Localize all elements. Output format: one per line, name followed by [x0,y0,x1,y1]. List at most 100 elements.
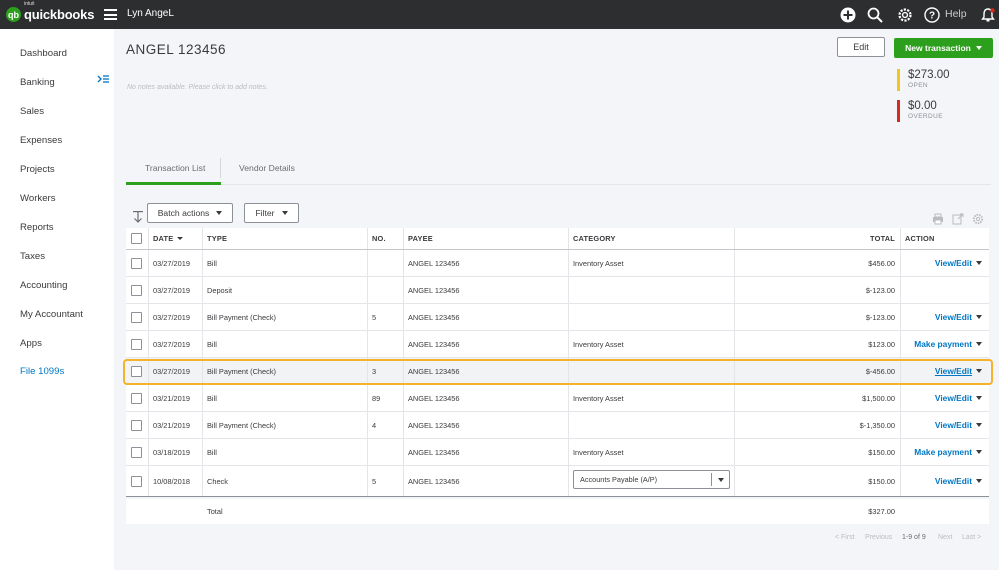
sidebar-item-taxes[interactable]: Taxes [20,251,45,262]
sidebar-item-projects[interactable]: Projects [20,164,55,175]
row-total: $123.00 [868,339,895,349]
row-checkbox[interactable] [131,311,142,323]
select-all-checkbox[interactable] [131,233,142,244]
row-action-dropdown-icon[interactable] [976,261,982,265]
sidebar-item-sales[interactable]: Sales [20,106,44,117]
row-payee: ANGEL 123456 [408,285,460,295]
row-type: Bill Payment (Check) [207,312,276,322]
make-payment-link[interactable]: Make payment [914,447,972,457]
sidebar-item-expenses[interactable]: Expenses [20,135,62,146]
view-edit-link[interactable]: View/Edit [935,312,972,322]
header-date[interactable]: DATE [153,228,184,249]
new-transaction-button[interactable]: New transaction [894,38,993,58]
collapse-sidebar-icon[interactable] [97,71,109,83]
batch-actions-button[interactable]: Batch actions [147,203,233,223]
help-icon[interactable]: ? [923,6,940,23]
row-checkbox[interactable] [131,284,142,296]
plus-circle-icon[interactable] [839,6,856,23]
help-label[interactable]: Help [945,8,967,20]
row-checkbox[interactable] [131,338,142,350]
row-checkbox[interactable] [131,392,142,404]
sidebar-item-dashboard[interactable]: Dashboard [20,48,67,59]
row-total: $-1,350.00 [859,420,895,430]
qb-logo-icon: qb [6,7,21,22]
pager-next[interactable]: Next [938,534,952,541]
sort-desc-icon [177,237,184,240]
header-payee[interactable]: PAYEE [408,228,433,249]
header-total[interactable]: TOTAL [734,228,895,249]
tab-vendor-details[interactable]: Vendor Details [239,163,295,173]
tab-transaction-list[interactable]: Transaction List [145,163,205,173]
row-type: Bill Payment (Check) [207,366,276,376]
notes-placeholder[interactable]: No notes available. Please click to add … [127,84,268,91]
row-action-dropdown-icon[interactable] [976,423,982,427]
view-edit-link[interactable]: View/Edit [935,366,972,376]
table-row[interactable]: 03/27/2019 Bill ANGEL 123456 Inventory A… [126,250,989,277]
make-payment-link[interactable]: Make payment [914,339,972,349]
row-date: 03/27/2019 [153,258,190,268]
view-edit-link[interactable]: View/Edit [935,420,972,430]
header-category[interactable]: CATEGORY [573,228,616,249]
row-action-dropdown-icon[interactable] [976,315,982,319]
header-no[interactable]: NO. [372,228,386,249]
row-action-dropdown-icon[interactable] [976,342,982,346]
table-row[interactable]: 10/08/2018 Check 5 ANGEL 123456 Accounts… [126,466,989,497]
batch-actions-label: Batch actions [157,208,210,218]
table-row[interactable]: 03/27/2019 Bill Payment (Check) 5 ANGEL … [126,304,989,331]
table-row[interactable]: 03/27/2019 Deposit ANGEL 123456 $-123.00 [126,277,989,304]
chevron-down-icon [975,46,982,50]
sidebar-item-file-1099s[interactable]: File 1099s [20,366,64,377]
table-row[interactable]: 03/18/2019 Bill ANGEL 123456 Inventory A… [126,439,989,466]
row-checkbox[interactable] [131,257,142,269]
pager-last[interactable]: Last > [962,534,981,541]
pager-previous[interactable]: Previous [865,534,892,541]
export-icon[interactable] [952,212,964,225]
footer-total-label: Total [207,507,223,516]
overdue-balance: $0.00 OVERDUE [897,100,977,122]
bell-icon[interactable] [979,6,996,23]
row-payee: ANGEL 123456 [408,258,460,268]
filter-button[interactable]: Filter [244,203,299,223]
row-total: $456.00 [868,258,895,268]
sidebar-item-apps[interactable]: Apps [20,338,42,349]
view-edit-link[interactable]: View/Edit [935,476,972,486]
header-type[interactable]: TYPE [207,228,227,249]
sidebar-item-workers[interactable]: Workers [20,193,56,204]
row-date: 03/18/2019 [153,447,190,457]
row-action-dropdown-icon[interactable] [976,369,982,373]
table-row-highlighted[interactable]: 03/27/2019 Bill Payment (Check) 3 ANGEL … [126,358,989,385]
sidebar-item-reports[interactable]: Reports [20,222,54,233]
view-edit-link[interactable]: View/Edit [935,258,972,268]
table-row[interactable]: 03/21/2019 Bill Payment (Check) 4 ANGEL … [126,412,989,439]
row-checkbox[interactable] [131,446,142,458]
row-category: Inventory Asset [573,339,624,349]
table-row[interactable]: 03/21/2019 Bill 89 ANGEL 123456 Inventor… [126,385,989,412]
row-action-dropdown-icon[interactable] [976,396,982,400]
row-checkbox[interactable] [131,365,142,377]
table-row[interactable]: 03/27/2019 Bill ANGEL 123456 Inventory A… [126,331,989,358]
row-checkbox[interactable] [131,419,142,431]
view-edit-link[interactable]: View/Edit [935,393,972,403]
sidebar-item-banking[interactable]: Banking [20,77,55,88]
gear-icon[interactable] [896,6,913,23]
chevron-down-icon [281,211,288,215]
quickbooks-logo[interactable]: qb intuit quickbooks [6,1,94,24]
print-icon[interactable] [932,212,944,225]
category-select[interactable]: Accounts Payable (A/P) [573,470,730,489]
row-action-dropdown-icon[interactable] [976,479,982,483]
sort-arrow-icon[interactable] [133,210,143,223]
row-action-dropdown-icon[interactable] [976,450,982,454]
edit-button[interactable]: Edit [837,37,885,57]
row-checkbox[interactable] [131,475,142,487]
sidebar-item-my-accountant[interactable]: My Accountant [20,309,83,320]
row-type: Bill [207,447,217,457]
active-tab-underline [126,182,221,185]
sidebar-item-accounting[interactable]: Accounting [20,280,67,291]
row-category: Inventory Asset [573,447,624,457]
table-settings-gear-icon[interactable] [972,212,984,225]
hamburger-menu-icon[interactable] [104,9,117,20]
pager-first[interactable]: < First [835,534,855,541]
row-category: Inventory Asset [573,393,624,403]
open-amount: $273.00 [908,69,950,81]
search-icon[interactable] [866,6,883,23]
